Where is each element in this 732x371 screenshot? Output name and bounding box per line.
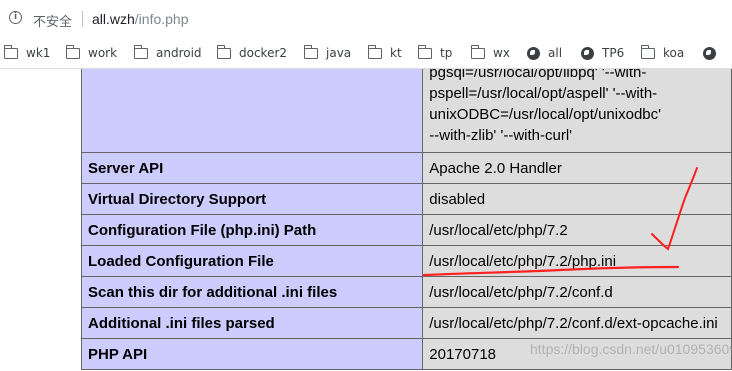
bookmark-label: all bbox=[548, 46, 563, 60]
configure-line: --with-zlib' '--with-curl' bbox=[429, 127, 573, 144]
table-cell-label: Loaded Configuration File bbox=[80, 245, 424, 277]
table-cell-value: /usr/local/etc/php/7.2 bbox=[422, 214, 732, 246]
table-cell-label: Additional .ini files parsed bbox=[80, 307, 424, 339]
table-row: Loaded Configuration File/usr/local/etc/… bbox=[80, 245, 732, 277]
bookmark-overflow[interactable] bbox=[703, 44, 724, 62]
folder-icon bbox=[640, 44, 655, 59]
table-row: Virtual Directory Support disabled bbox=[80, 183, 732, 215]
bookmark-all[interactable]: all bbox=[527, 44, 562, 62]
folder-icon bbox=[470, 44, 485, 59]
table-cell-value: disabled bbox=[422, 183, 732, 215]
folder-icon bbox=[133, 44, 148, 59]
configure-line: pgsql=/usr/local/opt/libpq' '--with- bbox=[429, 69, 647, 81]
table-cell-label: Server API bbox=[80, 152, 424, 184]
table-cell-value: /usr/local/etc/php/7.2/conf.d bbox=[422, 276, 732, 308]
url-text[interactable]: all.wzh/info.php bbox=[92, 11, 189, 27]
bookmark-label: koa bbox=[663, 46, 685, 60]
folder-icon bbox=[65, 44, 80, 59]
table-cell-value: Apache 2.0 Handler bbox=[422, 152, 732, 184]
bookmark-tp[interactable]: tp bbox=[417, 44, 453, 62]
folder-icon bbox=[367, 44, 382, 59]
globe-icon bbox=[703, 46, 716, 60]
bookmark-label: wx bbox=[493, 46, 510, 60]
bookmark-label: tp bbox=[440, 46, 453, 60]
folder-icon bbox=[216, 44, 231, 59]
separator bbox=[82, 11, 83, 27]
table-cell-value: pgsql=/usr/local/opt/libpq' '--with- psp… bbox=[422, 69, 732, 153]
not-secure-label[interactable]: 不安全 bbox=[33, 11, 72, 30]
bookmark-java[interactable]: java bbox=[303, 44, 352, 62]
bookmark-koa[interactable]: koa bbox=[640, 44, 685, 62]
configure-line: unixODBC=/usr/local/opt/unixodbc' bbox=[429, 106, 661, 123]
table-row: Server API Apache 2.0 Handler bbox=[80, 152, 732, 184]
watermark: https://blog.csdn.net/u010953609 bbox=[530, 341, 732, 357]
table-row: Configuration File (php.ini) Path/usr/lo… bbox=[80, 214, 732, 246]
globe-icon bbox=[527, 46, 540, 60]
table-cell-label: Configuration File (php.ini) Path bbox=[80, 214, 424, 246]
bookmark-label: wk1 bbox=[26, 46, 51, 60]
bookmark-work[interactable]: work bbox=[65, 44, 118, 62]
phpinfo-table-wrap: pgsql=/usr/local/opt/libpq' '--with- psp… bbox=[80, 69, 732, 370]
bookmark-kt[interactable]: kt bbox=[367, 44, 402, 62]
bookmark-label: java bbox=[326, 46, 352, 60]
bookmarks-bar: wk1 work android docker2 java kt tp wx a… bbox=[0, 38, 732, 69]
table-cell-value: /usr/local/etc/php/7.2/php.ini bbox=[422, 245, 732, 277]
table-row: Additional .ini files parsed/usr/local/e… bbox=[80, 307, 732, 339]
url-host: all.wzh bbox=[92, 11, 135, 27]
table-cell-value: /usr/local/etc/php/7.2/conf.d/ext-opcach… bbox=[422, 307, 732, 339]
url-path: /info.php bbox=[134, 11, 189, 27]
bookmark-label: TP6 bbox=[602, 46, 625, 60]
address-bar[interactable]: i 不安全 all.wzh/info.php bbox=[0, 0, 732, 38]
table-cell-label: PHP API bbox=[80, 338, 424, 370]
table-cell-label bbox=[80, 69, 424, 153]
bookmark-tp6[interactable]: TP6 bbox=[581, 44, 624, 62]
table-row: Scan this dir for additional .ini files /… bbox=[80, 276, 732, 308]
bookmark-label: android bbox=[156, 46, 202, 60]
folder-icon bbox=[417, 44, 432, 59]
bookmark-android[interactable]: android bbox=[133, 44, 202, 62]
folder-icon bbox=[3, 44, 18, 59]
bookmark-label: kt bbox=[390, 46, 402, 60]
phpinfo-table: pgsql=/usr/local/opt/libpq' '--with- psp… bbox=[80, 69, 732, 370]
folder-icon bbox=[303, 44, 318, 59]
bookmark-wk1[interactable]: wk1 bbox=[3, 44, 51, 62]
bookmark-docker2[interactable]: docker2 bbox=[216, 44, 288, 62]
bookmark-label: work bbox=[88, 46, 118, 60]
phpinfo-content: pgsql=/usr/local/opt/libpq' '--with- psp… bbox=[0, 69, 732, 371]
globe-icon bbox=[581, 46, 594, 60]
info-icon[interactable]: i bbox=[9, 11, 22, 24]
bookmark-label: docker2 bbox=[239, 46, 288, 60]
table-row-configure: pgsql=/usr/local/opt/libpq' '--with- psp… bbox=[80, 69, 732, 153]
bookmark-wx[interactable]: wx bbox=[470, 44, 510, 62]
table-cell-label: Virtual Directory Support bbox=[80, 183, 424, 215]
table-cell-label: Scan this dir for additional .ini files bbox=[80, 276, 424, 308]
configure-line: pspell=/usr/local/opt/aspell' '--with- bbox=[429, 85, 658, 102]
